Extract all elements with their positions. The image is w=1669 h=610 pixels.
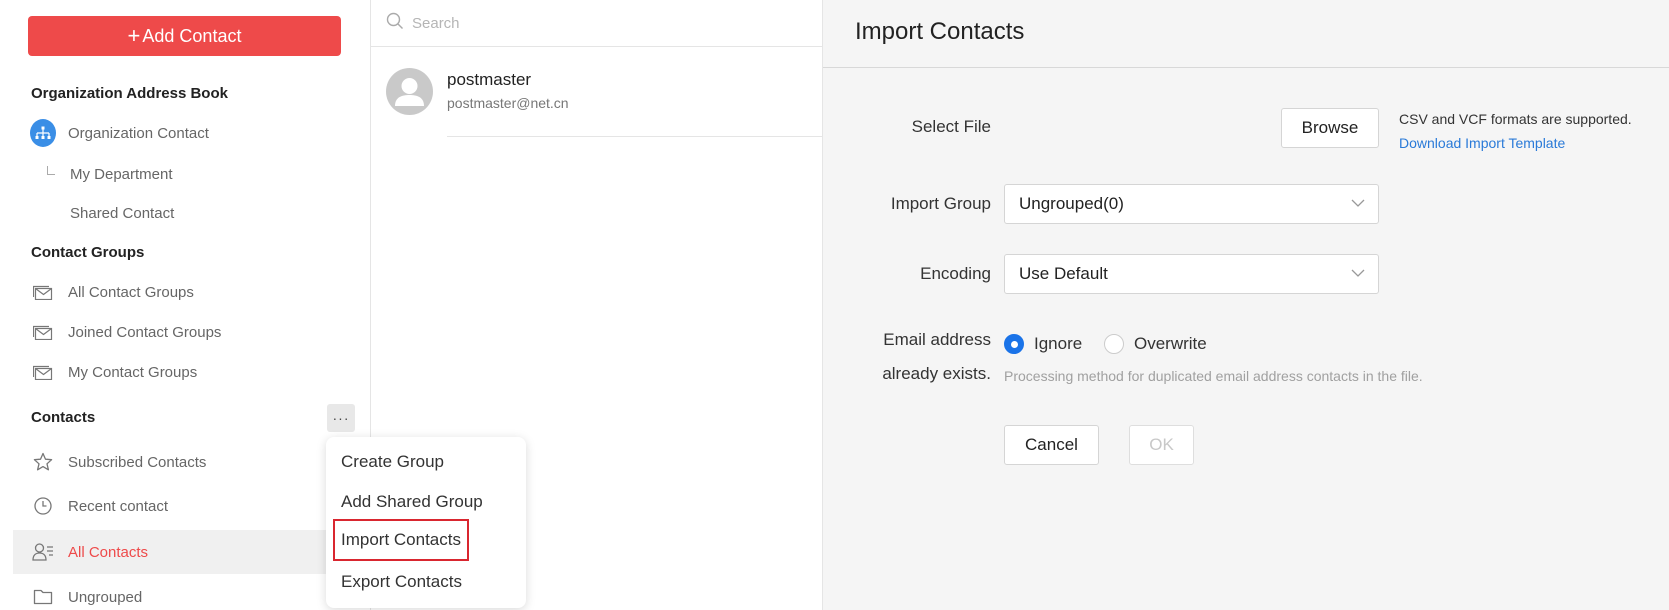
duplicate-handling-hint: Processing method for duplicated email a… bbox=[1004, 368, 1423, 384]
select-file-label: Select File bbox=[911, 117, 991, 136]
sidebar-item-label: Subscribed Contacts bbox=[68, 453, 207, 471]
page-title: Import Contacts bbox=[855, 18, 1025, 45]
contacts-list-icon bbox=[30, 539, 56, 565]
contact-list-item[interactable]: postmaster postmaster@net.cn bbox=[386, 68, 569, 115]
import-contacts-panel: Import Contacts Select File Browse CSV a… bbox=[823, 0, 1669, 610]
email-exists-label-line2: already exists. bbox=[882, 364, 991, 383]
cancel-button[interactable]: Cancel bbox=[1004, 425, 1099, 465]
encoding-label: Encoding bbox=[920, 264, 991, 283]
divider bbox=[823, 67, 1669, 68]
sidebar-item-joined-contact-groups[interactable]: Joined Contact Groups bbox=[13, 310, 358, 354]
sidebar-item-ungrouped[interactable]: Ungrouped bbox=[13, 575, 358, 610]
sidebar-item-recent-contact[interactable]: Recent contact bbox=[13, 484, 358, 528]
sidebar-item-my-contact-groups[interactable]: My Contact Groups bbox=[13, 350, 358, 394]
add-contact-label: Add Contact bbox=[142, 25, 242, 46]
avatar-icon bbox=[386, 68, 433, 115]
formats-hint: CSV and VCF formats are supported. bbox=[1399, 111, 1632, 127]
sidebar-item-label: Joined Contact Groups bbox=[68, 323, 222, 341]
sidebar-item-subscribed-contacts[interactable]: Subscribed Contacts bbox=[13, 440, 358, 484]
more-options-button[interactable]: ··· bbox=[327, 404, 355, 432]
folder-icon bbox=[30, 584, 56, 610]
contacts-options-menu: Create Group Add Shared Group Import Con… bbox=[326, 437, 526, 608]
mail-group-icon bbox=[30, 319, 56, 345]
sidebar-item-label: All Contact Groups bbox=[68, 283, 194, 301]
sidebar-item-all-contact-groups[interactable]: All Contact Groups bbox=[13, 270, 358, 314]
menu-item-import-contacts[interactable]: Import Contacts bbox=[333, 519, 469, 561]
radio-overwrite-label: Overwrite bbox=[1134, 334, 1207, 353]
radio-overwrite[interactable]: Overwrite bbox=[1104, 334, 1207, 354]
clock-icon bbox=[30, 493, 56, 519]
plus-icon: + bbox=[127, 23, 141, 48]
sidebar-item-label: Organization Contact bbox=[68, 124, 209, 142]
contact-email: postmaster@net.cn bbox=[447, 95, 569, 111]
menu-item-export-contacts[interactable]: Export Contacts bbox=[341, 572, 462, 592]
radio-unselected-icon bbox=[1104, 334, 1124, 354]
search-input[interactable] bbox=[412, 14, 792, 32]
section-title-organization: Organization Address Book bbox=[31, 85, 228, 102]
encoding-select[interactable]: Use Default bbox=[1004, 254, 1379, 294]
star-icon bbox=[30, 449, 56, 475]
import-group-select[interactable]: Ungrouped(0) bbox=[1004, 184, 1379, 224]
sidebar-item-label: My Contact Groups bbox=[68, 363, 198, 381]
search-icon bbox=[386, 12, 404, 35]
sidebar-item-organization-contact[interactable]: Organization Contact bbox=[13, 111, 358, 155]
mail-group-icon bbox=[30, 279, 56, 305]
mail-group-icon bbox=[30, 359, 56, 385]
sidebar-item-my-department[interactable]: My Department bbox=[70, 166, 173, 183]
radio-ignore[interactable]: Ignore bbox=[1004, 334, 1082, 354]
add-contact-button[interactable]: + Add Contact bbox=[28, 16, 341, 56]
sidebar-item-label: All Contacts bbox=[68, 543, 149, 561]
radio-ignore-label: Ignore bbox=[1034, 334, 1083, 353]
download-template-link[interactable]: Download Import Template bbox=[1399, 135, 1565, 151]
chevron-down-icon bbox=[1350, 195, 1366, 216]
select-value: Ungrouped(0) bbox=[1019, 194, 1124, 213]
menu-item-create-group[interactable]: Create Group bbox=[341, 452, 444, 472]
ok-button[interactable]: OK bbox=[1129, 425, 1194, 465]
sidebar-item-shared-contact[interactable]: Shared Contact bbox=[70, 205, 174, 222]
section-title-contact-groups: Contact Groups bbox=[31, 244, 145, 261]
sidebar-item-all-contacts[interactable]: All Contacts bbox=[13, 530, 358, 574]
divider bbox=[447, 136, 823, 137]
email-exists-label-line1: Email address bbox=[883, 330, 991, 349]
import-group-label: Import Group bbox=[890, 194, 991, 213]
sidebar: + Add Contact Organization Address Book … bbox=[0, 0, 371, 610]
browse-button[interactable]: Browse bbox=[1281, 108, 1379, 148]
contact-name: postmaster bbox=[447, 70, 532, 89]
search-bar bbox=[371, 0, 823, 47]
org-chart-icon bbox=[30, 119, 56, 147]
section-title-contacts: Contacts bbox=[31, 409, 96, 426]
radio-selected-icon bbox=[1004, 334, 1024, 354]
sidebar-item-label: Recent contact bbox=[68, 497, 169, 515]
sidebar-item-label: Ungrouped bbox=[68, 588, 143, 606]
menu-item-add-shared-group[interactable]: Add Shared Group bbox=[341, 492, 483, 512]
chevron-down-icon bbox=[1350, 265, 1366, 286]
select-value: Use Default bbox=[1019, 264, 1108, 283]
tree-connector bbox=[47, 166, 55, 175]
